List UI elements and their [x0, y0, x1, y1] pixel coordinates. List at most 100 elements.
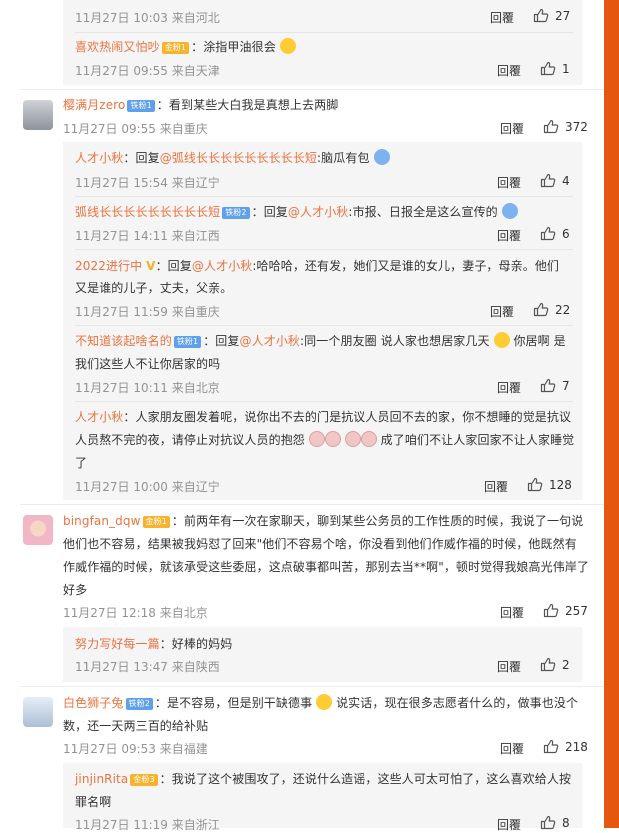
like-count: 22: [555, 302, 571, 317]
fan-badge: 金粉3: [130, 774, 158, 786]
divider: [75, 32, 573, 33]
reply-button[interactable]: 回覆: [497, 174, 521, 191]
like-count: 128: [549, 477, 572, 492]
comment-text-line: 作威作福的时候，就该承受这些委屈，这点破事都叫苦，那别去当**啊"，顿时觉得我娘…: [63, 560, 590, 574]
comment-text: bingfan_dqw 金粉1 ：前两年有一次在家聊天，聊到某些公务员的工作性质的时…: [63, 514, 584, 528]
reply-button[interactable]: 回覆: [497, 658, 521, 675]
thumb-up-icon: [543, 603, 559, 618]
reply-button[interactable]: 回覆: [500, 120, 524, 137]
comment-text: 喜欢热闹又怕吵 金粉1 ：涂指甲油很会: [75, 36, 296, 59]
reply-button[interactable]: 回覆: [497, 62, 521, 79]
comment-text-line: 他们也不容易，结果被我妈怼了回来"他们不容易个啥，你没看到他们作威作福的时候，他…: [63, 537, 577, 551]
mention-link[interactable]: @弧线长长长长长长长长长短: [160, 151, 317, 165]
comment-time: 11月27日 10:03 来自河北: [75, 11, 220, 25]
username[interactable]: 努力写好每一篇: [75, 637, 160, 651]
reply-button[interactable]: 回覆: [500, 740, 524, 757]
mention-link[interactable]: @人才小秋: [240, 334, 301, 348]
like-count: 257: [565, 603, 588, 618]
like-count: 7: [562, 378, 570, 393]
comment-time: 11月27日 10:11 来自北京: [75, 381, 220, 395]
emoji-icon: [501, 203, 518, 219]
comment-time: 11月27日 10:00 来自辽宁: [75, 480, 220, 494]
username[interactable]: 弧线长长长长长长长长长短: [75, 205, 220, 219]
like-button[interactable]: 7: [540, 378, 570, 393]
reply-button[interactable]: 回覆: [497, 379, 521, 396]
like-count: 372: [565, 119, 588, 134]
crying-emoji-icon: [360, 431, 377, 447]
fan-badge: 金粉1: [161, 42, 190, 54]
crying-emoji-icon: [324, 431, 341, 447]
avatar[interactable]: [23, 100, 53, 130]
divider: [75, 196, 573, 197]
comment-text: 努力写好每一篇：好棒的妈妈: [75, 637, 233, 651]
like-button[interactable]: 4: [540, 173, 570, 188]
like-button[interactable]: 372: [543, 119, 588, 134]
like-count: 4: [562, 173, 570, 188]
reply-button[interactable]: 回覆: [490, 303, 514, 320]
comment-text: 弧线长长长长长长长长长短 铁粉2 ：回复@人才小秋:市报、日报全是这么宣传的: [75, 201, 518, 224]
thumb-up-icon: [540, 378, 556, 393]
thumb-up-icon: [543, 739, 559, 754]
comment-text-line: 又是谁的儿子，丈夫，父亲。: [75, 281, 233, 295]
username[interactable]: jinjinRita: [75, 772, 128, 786]
like-button[interactable]: 1: [540, 61, 570, 76]
comment-time: 11月27日 14:11 来自江西: [75, 229, 220, 243]
like-count: 1: [562, 61, 570, 76]
username[interactable]: 喜欢热闹又怕吵: [75, 40, 160, 54]
thumb-up-icon: [540, 657, 556, 672]
like-button[interactable]: 2: [540, 657, 570, 672]
mention-link[interactable]: @人才小秋: [192, 259, 253, 273]
like-button[interactable]: 6: [540, 226, 570, 241]
divider: [75, 249, 573, 250]
comment-text: 2022进行中 V：回复@人才小秋:哈哈哈，还有发，她们又是谁的女儿，妻子，母亲…: [75, 259, 560, 273]
reply-button[interactable]: 回覆: [490, 9, 514, 26]
username[interactable]: 人才小秋: [75, 410, 123, 424]
username[interactable]: 不知道该起啥名的: [75, 334, 172, 348]
reply-button[interactable]: 回覆: [500, 604, 524, 621]
comment-text: 白色狮子兔 铁粉2 ：是不容易，但是别干缺德事 说实话，现在很多志愿者什么的，做事也…: [63, 694, 579, 710]
username[interactable]: bingfan_dqw: [63, 514, 141, 528]
comment-text: 不知道该起啥名的 铁粉1 ：回复@人才小秋:同一个朋友圈 说人家也想居家几天 你居啊…: [75, 332, 566, 348]
comment-text: 人才小秋：人家朋友圈发着呢，说你出不去的门是抗议人员回不去的家，你不想睡的觉是抗…: [75, 410, 572, 424]
avatar[interactable]: [23, 515, 53, 545]
avatar[interactable]: [23, 697, 53, 727]
emoji-icon: [373, 149, 390, 165]
like-count: 8: [562, 815, 570, 830]
thumb-up-icon: [540, 61, 556, 76]
username[interactable]: 白色狮子兔: [63, 696, 124, 710]
thumb-up-icon: [540, 173, 556, 188]
verified-icon: V: [146, 259, 156, 273]
comment-text-line: 我们这些人不让你居家的吗: [75, 357, 221, 371]
divider: [20, 504, 604, 505]
like-button[interactable]: 27: [533, 8, 570, 23]
fan-badge: 铁粉1: [173, 336, 202, 348]
username[interactable]: 人才小秋: [75, 151, 123, 165]
like-button[interactable]: 22: [533, 302, 570, 317]
like-button[interactable]: 218: [543, 739, 588, 754]
like-button[interactable]: 128: [527, 477, 572, 492]
comment-time: 11月27日 13:47 来自陕西: [75, 660, 220, 674]
laugh-emoji-icon: [279, 38, 296, 54]
comment-text-line: 好多: [63, 583, 88, 597]
fan-badge: 金粉1: [142, 516, 170, 528]
thumb-up-icon: [533, 8, 549, 23]
like-button[interactable]: 257: [543, 603, 588, 618]
divider: [20, 89, 604, 90]
emoji-icon: [493, 332, 510, 348]
username[interactable]: 樱满月zero: [63, 98, 125, 112]
thumb-up-icon: [533, 302, 549, 317]
reply-button[interactable]: 回覆: [497, 816, 521, 833]
thumb-up-icon: [543, 119, 559, 134]
crying-emoji-icon: [344, 431, 361, 447]
like-count: 218: [565, 739, 588, 754]
comment-text: 人才小秋：回复@弧线长长长长长长长长长短:脑瓜有包: [75, 147, 390, 170]
crying-emoji-icon: [308, 431, 325, 447]
reply-button[interactable]: 回覆: [484, 478, 508, 495]
reply-button[interactable]: 回覆: [497, 227, 521, 244]
comment-text: jinjinRita 金粉3 ：我说了这个被围攻了，还说什么造谣，这些人可太可怕了，…: [75, 772, 572, 786]
mention-link[interactable]: @人才小秋: [288, 205, 349, 219]
comment-time: 11月27日 11:59 来自重庆: [75, 305, 220, 319]
like-count: 2: [562, 657, 570, 672]
emoji-icon: [316, 694, 333, 710]
username[interactable]: 2022进行中: [75, 259, 142, 273]
